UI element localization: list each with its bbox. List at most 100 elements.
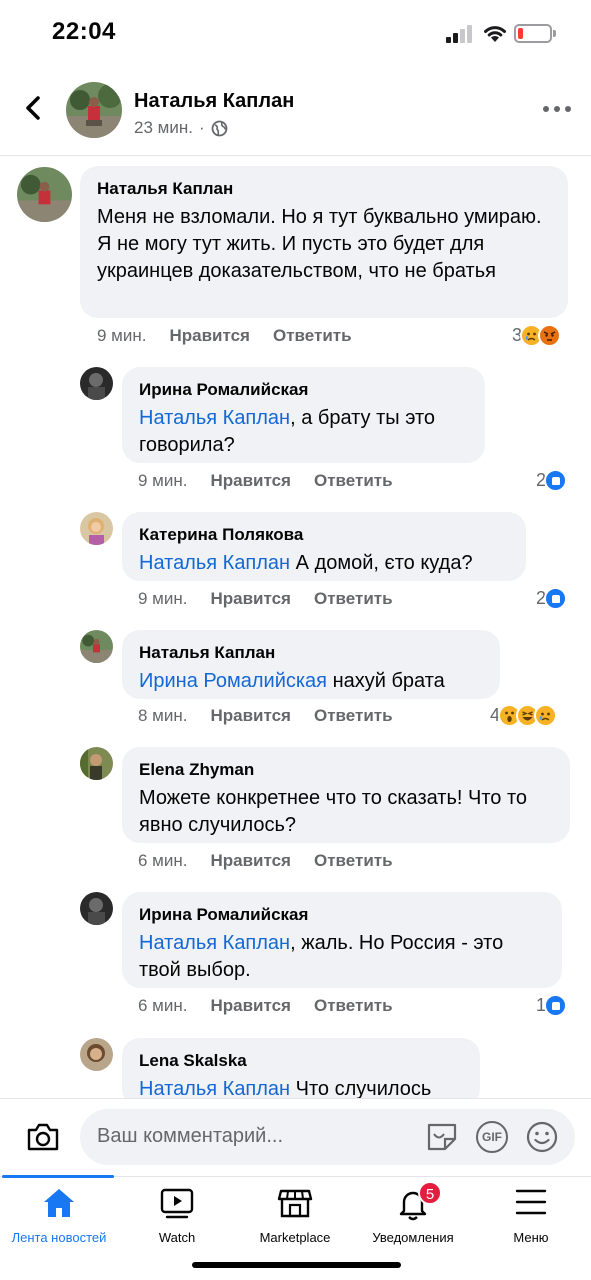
- tab-marketplace[interactable]: Marketplace: [236, 1177, 354, 1257]
- home-indicator[interactable]: [192, 1262, 401, 1268]
- commenter-name[interactable]: Elena Zhyman: [139, 759, 554, 781]
- tab-menu[interactable]: Меню: [472, 1177, 590, 1257]
- comment-bubble[interactable]: Наталья Каплан Ирина Ромалийская нахуй б…: [122, 630, 500, 699]
- like-button[interactable]: Нравится: [210, 996, 291, 1016]
- mention-link[interactable]: Ирина Ромалийская: [139, 670, 327, 692]
- reaction-summary[interactable]: 1: [536, 994, 568, 1017]
- comment-text: Меня не взломали. Но я тут буквально уми…: [97, 206, 542, 282]
- sad-reaction-icon: [534, 704, 558, 727]
- like-button[interactable]: Нравится: [210, 589, 291, 609]
- back-arrow-icon[interactable]: [20, 92, 48, 124]
- reply-button[interactable]: Ответить: [314, 471, 393, 491]
- like-button[interactable]: Нравится: [210, 851, 291, 871]
- comment-bubble[interactable]: Катерина Полякова Наталья Каплан А домой…: [122, 512, 526, 581]
- comment-bubble[interactable]: Lena Skalska Наталья Каплан Что случилос…: [122, 1038, 480, 1107]
- commenter-name[interactable]: Наталья Каплан: [97, 178, 552, 200]
- angry-reaction-icon: [538, 324, 562, 347]
- comment-bubble[interactable]: Наталья Каплан Меня не взломали. Но я ту…: [80, 166, 568, 318]
- comment-avatar[interactable]: [80, 747, 113, 780]
- mention-link[interactable]: Наталья Каплан: [139, 1078, 290, 1100]
- sticker-icon[interactable]: [425, 1121, 459, 1153]
- mention-link[interactable]: Наталья Каплан: [139, 407, 290, 429]
- gif-icon[interactable]: GIF: [476, 1121, 508, 1153]
- comment-time: 6 мин.: [138, 996, 188, 1015]
- comment-avatar[interactable]: [17, 167, 72, 222]
- like-button[interactable]: Нравится: [210, 471, 291, 491]
- tab-label: Меню: [513, 1230, 549, 1245]
- comment-time: 8 мин.: [138, 706, 188, 725]
- reply-button[interactable]: Ответить: [314, 589, 393, 609]
- comment-bubble[interactable]: Ирина Ромалийская Наталья Каплан, а брат…: [122, 367, 485, 463]
- mention-link[interactable]: Наталья Каплан: [139, 932, 290, 954]
- comment-actions: 6 мин. Нравится Ответить: [138, 996, 393, 1016]
- reaction-summary[interactable]: 3: [512, 324, 562, 347]
- post-time: 23 мин.: [134, 118, 193, 137]
- notification-badge: 5: [418, 1181, 442, 1205]
- comment-text: А домой, єто куда?: [290, 552, 473, 574]
- post-header: Наталья Каплан 23 мин. ·: [0, 64, 591, 156]
- comment-bubble[interactable]: Ирина Ромалийская Наталья Каплан, жаль. …: [122, 892, 562, 988]
- watch-icon: [160, 1188, 194, 1219]
- reply-button[interactable]: Ответить: [314, 851, 393, 871]
- meta-separator: ·: [198, 118, 205, 137]
- globe-icon: [211, 120, 228, 136]
- tab-news-feed[interactable]: Лента новостей: [0, 1177, 118, 1257]
- comment-actions: 9 мин. Нравится Ответить: [138, 471, 393, 491]
- comment-text: нахуй брата: [327, 670, 445, 692]
- author-avatar[interactable]: [66, 82, 122, 138]
- comment-avatar[interactable]: [80, 630, 113, 663]
- home-icon: [44, 1189, 74, 1217]
- comment-input[interactable]: Ваш комментарий... GIF: [80, 1109, 575, 1165]
- comment-time: 9 мин.: [138, 589, 188, 608]
- reply-button[interactable]: Ответить: [314, 996, 393, 1016]
- reaction-summary[interactable]: 2: [536, 469, 568, 492]
- comment-actions: 9 мин. Нравится Ответить: [97, 326, 352, 346]
- reaction-summary[interactable]: 2: [536, 587, 568, 610]
- comment-input-placeholder: Ваш комментарий...: [97, 1125, 284, 1147]
- like-button[interactable]: Нравится: [210, 706, 291, 726]
- reply-button[interactable]: Ответить: [314, 706, 393, 726]
- more-options-icon[interactable]: [543, 104, 571, 114]
- commenter-name[interactable]: Ирина Ромалийская: [139, 904, 546, 926]
- comment-time: 6 мин.: [138, 851, 188, 870]
- comment-bubble[interactable]: Elena Zhyman Можете конкретнее что то ск…: [122, 747, 570, 843]
- like-button[interactable]: Нравится: [169, 326, 250, 346]
- comment-actions: 9 мин. Нравится Ответить: [138, 589, 393, 609]
- author-name[interactable]: Наталья Каплан: [134, 90, 294, 113]
- like-reaction-icon: [544, 994, 568, 1017]
- camera-icon[interactable]: [26, 1122, 60, 1152]
- reaction-summary[interactable]: 4: [490, 704, 558, 727]
- reply-button[interactable]: Ответить: [273, 326, 352, 346]
- comment-avatar[interactable]: [80, 892, 113, 925]
- comment-composer: Ваш комментарий... GIF: [0, 1098, 591, 1176]
- comment-text: Что случилось: [290, 1078, 432, 1100]
- comment-text: Можете конкретнее что то сказать! Что то…: [139, 787, 528, 836]
- commenter-name[interactable]: Lena Skalska: [139, 1050, 464, 1072]
- like-reaction-icon: [544, 587, 568, 610]
- comment-time: 9 мин.: [138, 471, 188, 490]
- wifi-icon: [484, 26, 506, 42]
- like-reaction-icon: [544, 469, 568, 492]
- tab-watch[interactable]: Watch: [118, 1177, 236, 1257]
- status-time: 22:04: [52, 18, 116, 45]
- comment-actions: 6 мин. Нравится Ответить: [138, 851, 393, 871]
- emoji-icon[interactable]: [526, 1121, 558, 1153]
- comment-avatar[interactable]: [80, 512, 113, 545]
- comment-avatar[interactable]: [80, 1038, 113, 1071]
- comment-actions: 8 мин. Нравится Ответить: [138, 706, 393, 726]
- commenter-name[interactable]: Катерина Полякова: [139, 524, 510, 546]
- cellular-signal-icon: [446, 25, 476, 43]
- tab-label: Лента новостей: [11, 1230, 107, 1245]
- tab-label: Marketplace: [259, 1230, 331, 1245]
- marketplace-icon: [277, 1189, 313, 1218]
- commenter-name[interactable]: Наталья Каплан: [139, 642, 484, 664]
- comment-time: 9 мин.: [97, 326, 147, 345]
- post-meta: 23 мин. ·: [134, 118, 228, 138]
- comment-avatar[interactable]: [80, 367, 113, 400]
- menu-icon: [515, 1189, 547, 1215]
- tab-label: Уведомления: [372, 1230, 454, 1245]
- tab-notifications[interactable]: 5 Уведомления: [354, 1177, 472, 1257]
- tab-label: Watch: [158, 1230, 196, 1245]
- mention-link[interactable]: Наталья Каплан: [139, 552, 290, 574]
- commenter-name[interactable]: Ирина Ромалийская: [139, 379, 469, 401]
